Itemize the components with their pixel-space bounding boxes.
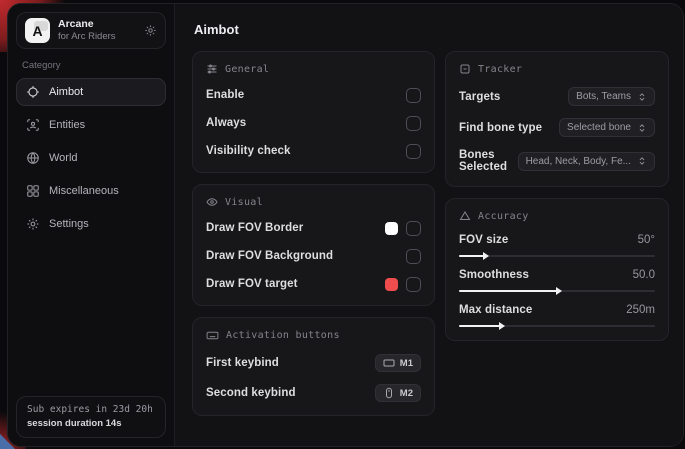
fov-border-checkbox[interactable] [406, 221, 421, 236]
fov-border-color-swatch[interactable] [385, 222, 398, 235]
find-bone-type-select[interactable]: Selected bone [559, 118, 655, 137]
brand-text: Arcane for Arc Riders [58, 18, 136, 43]
card-accuracy: Accuracy FOV size 50° Smoothness [445, 198, 669, 341]
keybind-value: M2 [400, 388, 413, 399]
targets-select[interactable]: Bots, Teams [568, 87, 655, 106]
select-value: Selected bone [567, 122, 631, 133]
chevrons-up-down-icon [637, 156, 647, 166]
smoothness-slider[interactable] [459, 290, 655, 292]
app-window: A Arcane for Arc Riders Category [7, 3, 684, 447]
setting-row-always: Always [206, 115, 421, 131]
fov-size-slider[interactable] [459, 255, 655, 257]
eye-icon [206, 196, 218, 208]
card-general: General Enable Always Visibility check [192, 51, 435, 173]
sidebar-item-label: Settings [49, 218, 89, 230]
sidebar-item-entities[interactable]: Entities [16, 111, 166, 139]
sidebar-item-settings[interactable]: Settings [16, 210, 166, 238]
setting-row-fov-target: Draw FOV target [206, 276, 421, 292]
slider-fill [459, 255, 484, 257]
square-dot-icon [459, 63, 471, 75]
select-value: Head, Neck, Body, Fe... [526, 156, 631, 167]
card-tracker: Tracker Targets Bots, Teams [445, 51, 669, 187]
setting-row-enable: Enable [206, 87, 421, 103]
grid-icon [26, 184, 40, 198]
keybind-value: M1 [400, 358, 413, 369]
fov-size-value: 50° [638, 234, 655, 246]
card-title: Tracker [478, 64, 522, 75]
setting-row-bones-selected: Bones Selected Head, Neck, Body, Fe... [459, 149, 655, 173]
gear-icon[interactable] [144, 24, 157, 37]
first-keybind-button[interactable]: M1 [375, 354, 421, 372]
keyboard-icon [206, 329, 219, 342]
subscription-info: Sub expires in 23d 20h session duration … [16, 396, 166, 438]
chevrons-up-down-icon [637, 92, 647, 102]
category-label: Category [22, 60, 160, 71]
max-distance-value: 250m [626, 304, 655, 316]
bones-selected-select[interactable]: Head, Neck, Body, Fe... [518, 152, 655, 171]
page-title: Aimbot [194, 22, 669, 37]
max-distance-slider[interactable] [459, 325, 655, 327]
card-title: General [225, 64, 269, 75]
visibility-check-checkbox[interactable] [406, 144, 421, 159]
setting-row-second-keybind: Second keybind M2 [206, 384, 421, 402]
gear-icon [26, 217, 40, 231]
sidebar-item-world[interactable]: World [16, 144, 166, 172]
chevrons-up-down-icon [637, 123, 647, 133]
card-title: Accuracy [478, 211, 529, 222]
app-name: Arcane [58, 18, 136, 31]
session-duration: session duration 14s [27, 418, 155, 429]
setting-fov-size: FOV size 50° [459, 234, 655, 257]
logo-letter: A [32, 23, 42, 39]
slider-fill [459, 325, 500, 327]
main-panel: Aimbot General [175, 4, 683, 446]
sidebar-item-label: Aimbot [49, 86, 83, 98]
sliders-icon [206, 63, 218, 75]
fov-target-checkbox[interactable] [406, 277, 421, 292]
sidebar-item-label: Miscellaneous [49, 185, 119, 197]
setting-row-first-keybind: First keybind M1 [206, 354, 421, 372]
sidebar-item-label: Entities [49, 119, 85, 131]
brand-header: A Arcane for Arc Riders [16, 12, 166, 49]
triangle-icon [459, 210, 471, 222]
setting-row-targets: Targets Bots, Teams [459, 87, 655, 106]
subscription-expiry: Sub expires in 23d 20h [27, 404, 155, 415]
card-activation-buttons: Activation buttons First keybind M1 [192, 317, 435, 416]
app-subtitle: for Arc Riders [58, 31, 136, 43]
sidebar-item-label: World [49, 152, 78, 164]
setting-max-distance: Max distance 250m [459, 304, 655, 327]
slider-fill [459, 290, 557, 292]
enable-checkbox[interactable] [406, 88, 421, 103]
card-title: Visual [225, 197, 263, 208]
select-value: Bots, Teams [576, 91, 631, 102]
card-title: Activation buttons [226, 330, 340, 341]
keyboard-icon [383, 357, 395, 369]
app-logo: A [25, 18, 50, 43]
second-keybind-button[interactable]: M2 [375, 384, 421, 402]
entities-scan-icon [26, 118, 40, 132]
setting-row-fov-background: Draw FOV Background [206, 248, 421, 264]
crosshair-icon [26, 85, 40, 99]
setting-smoothness: Smoothness 50.0 [459, 269, 655, 292]
smoothness-value: 50.0 [633, 269, 655, 281]
globe-icon [26, 151, 40, 165]
setting-row-fov-border: Draw FOV Border [206, 220, 421, 236]
mouse-icon [383, 387, 395, 399]
card-visual: Visual Draw FOV Border Draw FOV Backgrou… [192, 184, 435, 306]
fov-background-checkbox[interactable] [406, 249, 421, 264]
setting-row-find-bone-type: Find bone type Selected bone [459, 118, 655, 137]
sidebar: A Arcane for Arc Riders Category [8, 4, 175, 446]
sidebar-item-aimbot[interactable]: Aimbot [16, 78, 166, 106]
setting-row-visibility-check: Visibility check [206, 143, 421, 159]
always-checkbox[interactable] [406, 116, 421, 131]
sidebar-nav: Aimbot Entities World [8, 78, 174, 238]
sidebar-item-miscellaneous[interactable]: Miscellaneous [16, 177, 166, 205]
fov-target-color-swatch[interactable] [385, 278, 398, 291]
